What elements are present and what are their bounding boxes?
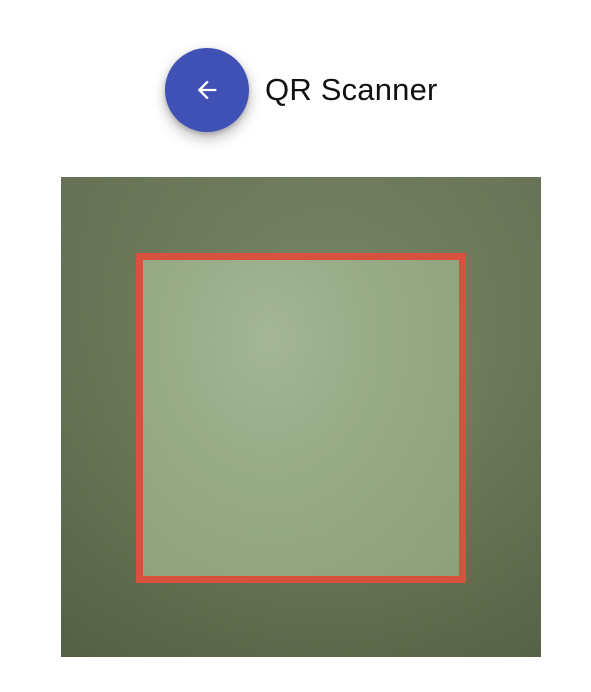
arrow-left-icon: [193, 76, 221, 104]
header: QR Scanner: [165, 48, 438, 132]
back-button[interactable]: [165, 48, 249, 132]
camera-preview: [61, 177, 541, 657]
qr-scanner-page: QR Scanner: [0, 0, 591, 692]
page-title: QR Scanner: [265, 72, 438, 107]
scan-region-frame: [136, 253, 466, 583]
